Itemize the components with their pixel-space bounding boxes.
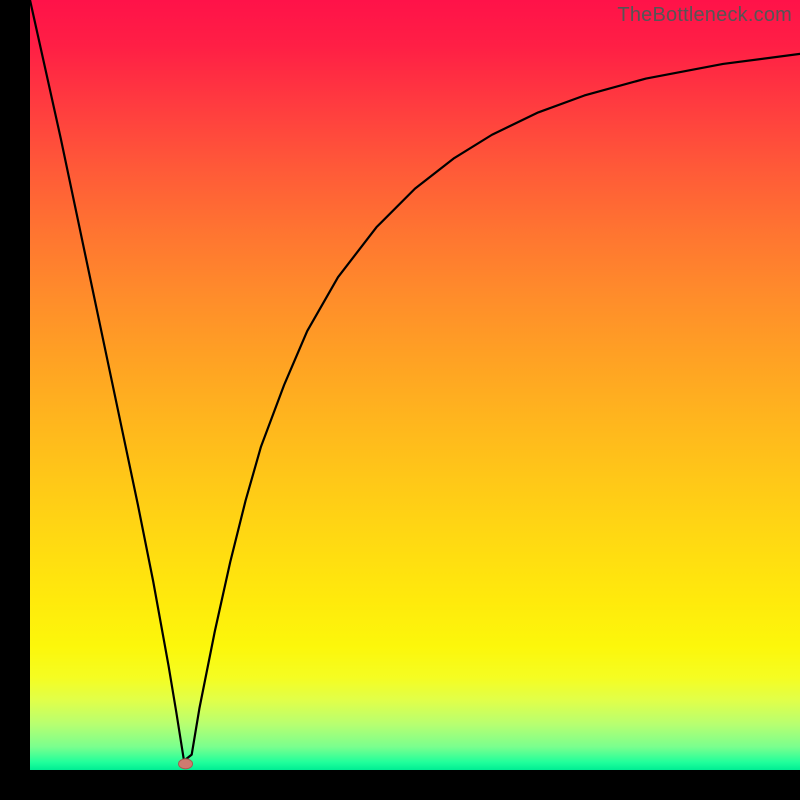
bottleneck-curve [30, 0, 800, 761]
minimum-marker [179, 759, 193, 769]
plot-area: TheBottleneck.com [30, 0, 800, 770]
chart-frame: TheBottleneck.com [0, 0, 800, 800]
curve-layer [30, 0, 800, 770]
